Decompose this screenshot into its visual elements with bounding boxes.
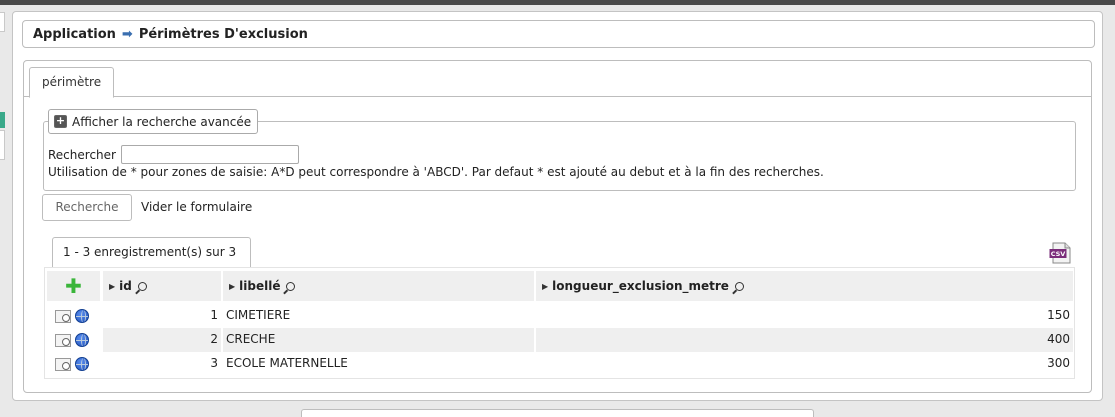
csv-label: CSV bbox=[1051, 250, 1066, 258]
search-button[interactable]: Recherche bbox=[42, 194, 132, 221]
sort-triangle-icon: ▶ bbox=[542, 281, 549, 291]
table-row[interactable]: 2 CRECHE 400 bbox=[45, 328, 1076, 352]
search-icon bbox=[734, 281, 744, 291]
cell-longueur: 300 bbox=[1047, 356, 1070, 370]
cell-id: 2 bbox=[103, 328, 221, 352]
cell-libelle: ECOLE MATERNELLE bbox=[226, 356, 348, 370]
sidebar-fragment bbox=[0, 12, 5, 32]
cell-libelle: CIMETIERE bbox=[226, 308, 291, 322]
table-header: ✚ ▶ id ▶ libellé ▶ longueur_exclusion_me… bbox=[45, 271, 1076, 301]
sort-triangle-icon: ▶ bbox=[109, 281, 116, 291]
advanced-search-label: Afficher la recherche avancée bbox=[72, 114, 252, 129]
view-record-icon[interactable] bbox=[55, 309, 71, 323]
csv-icon[interactable]: CSV bbox=[1049, 242, 1073, 264]
search-icon bbox=[137, 281, 147, 291]
column-label: libellé bbox=[239, 279, 281, 293]
search-row: Rechercher bbox=[48, 145, 299, 164]
row-actions bbox=[47, 328, 100, 352]
column-label: longueur_exclusion_metre bbox=[552, 279, 729, 293]
table-row[interactable]: 1 CIMETIERE 150 bbox=[45, 304, 1076, 328]
column-label: id bbox=[119, 279, 132, 293]
breadcrumb: Application ➡ Périmètres D'exclusion bbox=[22, 20, 1095, 48]
column-header-libelle[interactable]: ▶ libellé bbox=[223, 271, 534, 301]
pager: 1 - 3 enregistrement(s) sur 3 bbox=[52, 237, 251, 268]
view-record-icon[interactable] bbox=[55, 357, 71, 371]
column-header-longueur[interactable]: ▶ longueur_exclusion_metre bbox=[536, 271, 1073, 301]
reset-form-link[interactable]: Vider le formulaire bbox=[141, 200, 252, 214]
data-table: ✚ ▶ id ▶ libellé ▶ longueur_exclusion_me… bbox=[44, 267, 1075, 379]
sidebar-fragment bbox=[0, 130, 5, 160]
left-sidebar-edge bbox=[0, 12, 6, 162]
cell-libelle: CRECHE bbox=[223, 328, 534, 352]
cell-id: 3 bbox=[210, 356, 218, 370]
column-header-id[interactable]: ▶ id bbox=[103, 271, 221, 301]
search-input[interactable] bbox=[120, 145, 299, 164]
row-actions bbox=[47, 304, 100, 328]
cell-id: 1 bbox=[210, 308, 218, 322]
row-actions bbox=[47, 352, 100, 376]
top-bar bbox=[0, 0, 1115, 5]
globe-icon[interactable] bbox=[75, 357, 89, 371]
cell-longueur: 150 bbox=[1047, 308, 1070, 322]
arrow-right-icon: ➡ bbox=[121, 27, 133, 42]
tab-strip: périmètre bbox=[24, 61, 1091, 98]
globe-icon[interactable] bbox=[75, 333, 89, 347]
tab-panel: périmètre + Afficher la recherche avancé… bbox=[23, 60, 1092, 393]
advanced-search-toggle[interactable]: + Afficher la recherche avancée bbox=[48, 109, 259, 134]
sort-triangle-icon: ▶ bbox=[229, 281, 236, 291]
breadcrumb-current: Périmètres D'exclusion bbox=[138, 27, 308, 42]
globe-icon[interactable] bbox=[75, 309, 89, 323]
add-icon: ✚ bbox=[65, 274, 82, 298]
sidebar-active-marker bbox=[0, 112, 5, 128]
search-hint: Utilisation de * pour zones de saisie: A… bbox=[48, 165, 824, 179]
bottom-panel-fragment bbox=[301, 409, 814, 417]
main-panel: Application ➡ Périmètres D'exclusion périm… bbox=[12, 11, 1103, 401]
search-label: Rechercher bbox=[48, 147, 116, 162]
tab-perimetre[interactable]: périmètre bbox=[29, 67, 115, 98]
table-row[interactable]: 3 ECOLE MATERNELLE 300 bbox=[45, 352, 1076, 376]
cell-longueur: 400 bbox=[536, 328, 1073, 352]
search-icon bbox=[286, 281, 296, 291]
breadcrumb-root[interactable]: Application bbox=[33, 27, 116, 42]
view-record-icon[interactable] bbox=[55, 333, 71, 347]
plus-box-icon: + bbox=[54, 114, 67, 128]
add-record-button[interactable]: ✚ bbox=[47, 271, 100, 301]
